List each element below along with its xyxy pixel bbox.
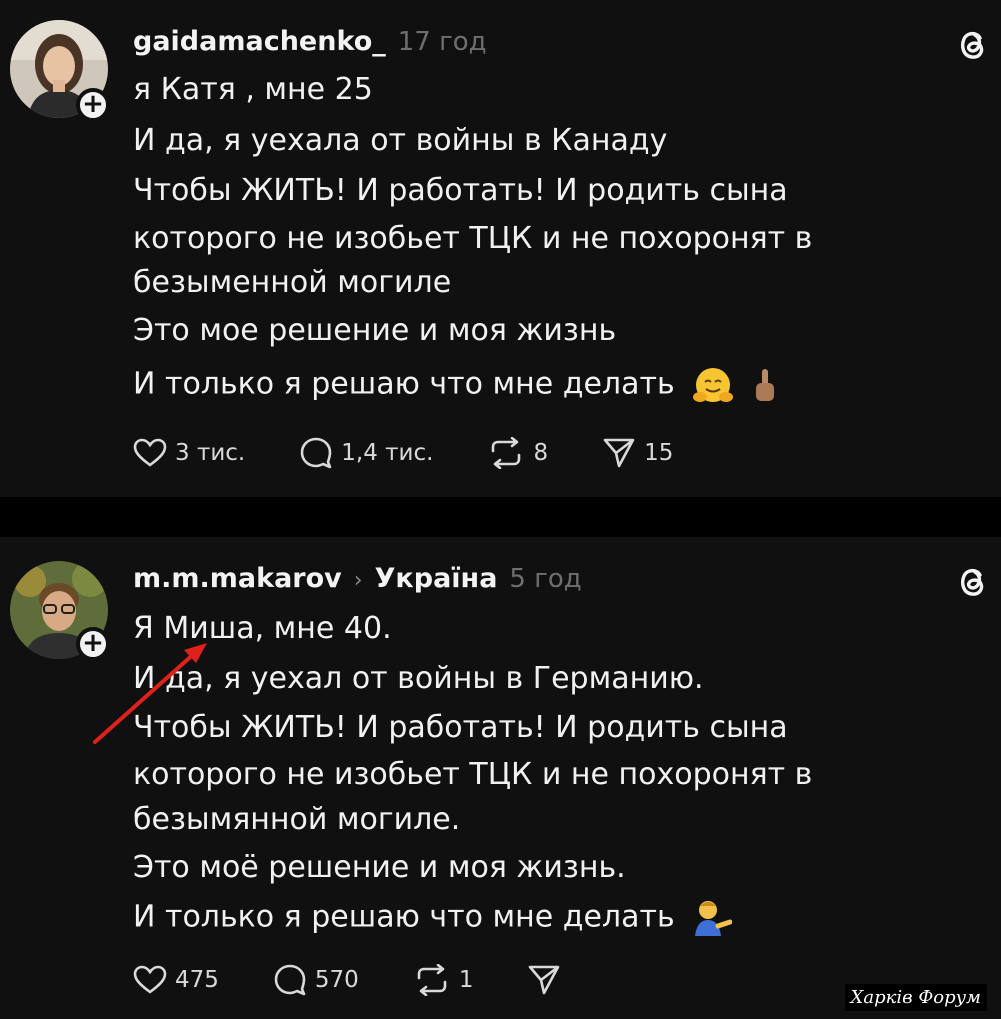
like-count: 475 <box>175 967 219 993</box>
watermark: Харків Форум <box>844 984 987 1011</box>
post-text-line: которого не изобьет ТЦК и не похоронят в <box>133 221 813 256</box>
share-icon <box>529 965 560 995</box>
comment-count: 570 <box>314 967 359 993</box>
thread-post: + m.m.makarov › Україна 5 год Я Миша, мн… <box>0 537 1001 1019</box>
shrugging-man-emoji <box>695 901 733 936</box>
post-text-line: И только я решаю что мне делать <box>133 366 675 402</box>
threads-icon[interactable] <box>951 561 993 603</box>
repost-icon <box>417 964 447 996</box>
username[interactable]: m.m.makarov <box>133 563 342 594</box>
post-separator <box>0 497 1001 537</box>
middle-finger-emoji <box>755 369 774 401</box>
share-button[interactable] <box>527 964 561 996</box>
post-time: 17 год <box>397 27 487 57</box>
region-tag[interactable]: Україна <box>375 563 498 594</box>
threads-icon[interactable] <box>951 24 993 66</box>
comment-count: 1,4 тис. <box>341 440 434 466</box>
comment-icon <box>274 964 306 996</box>
post-text-line: которого не изобьет ТЦК и не похоронят в <box>133 757 813 792</box>
repost-count: 1 <box>458 967 474 993</box>
thread-post: + gaidamachenko_ 17 год я Катя , мне 25 … <box>0 0 1001 497</box>
post-text-line: я Катя , мне 25 <box>133 72 373 107</box>
post-text-line: Я Миша, мне 40. <box>133 611 392 646</box>
share-icon <box>603 438 635 468</box>
like-button[interactable]: 3 тис. <box>133 438 245 468</box>
like-count: 3 тис. <box>175 440 246 466</box>
post-text-line: безыменной могиле <box>133 265 452 300</box>
post-time: 5 год <box>509 564 582 594</box>
post-text-line: И только я решаю что мне делать <box>133 899 675 935</box>
post-text-line: Это мое решение и моя жизнь <box>133 313 617 348</box>
post-text-line: И да, я уехала от войны в Канаду <box>133 123 668 158</box>
repost-button[interactable]: 8 <box>487 437 548 469</box>
comment-icon <box>300 437 332 469</box>
post-text-line: Чтобы ЖИТЬ! И работать! И родить сына <box>133 710 788 745</box>
comment-button[interactable]: 1,4 тис. <box>299 437 433 469</box>
post-text-line: безымянной могиле. <box>133 802 461 837</box>
repost-count: 8 <box>533 440 549 466</box>
share-count: 15 <box>644 440 674 466</box>
follow-plus-icon[interactable]: + <box>76 88 110 122</box>
follow-plus-icon[interactable]: + <box>76 627 110 661</box>
comment-button[interactable]: 570 <box>273 964 359 996</box>
repost-button[interactable]: 1 <box>413 964 474 996</box>
heart-icon <box>133 965 167 994</box>
like-button[interactable]: 475 <box>133 965 219 995</box>
username[interactable]: gaidamachenko_ <box>133 26 386 57</box>
heart-icon <box>133 438 167 467</box>
post-text-line: Чтобы ЖИТЬ! И работать! И родить сына <box>133 173 788 208</box>
repost-icon <box>492 437 521 469</box>
chevron-right-icon: › <box>353 568 363 593</box>
hugging-face-emoji <box>693 368 734 402</box>
post-text-line: Это моё решение и моя жизнь. <box>133 850 626 885</box>
share-button[interactable]: 15 <box>602 437 673 469</box>
post-text-line: И да, я уехал от войны в Германию. <box>133 661 704 696</box>
